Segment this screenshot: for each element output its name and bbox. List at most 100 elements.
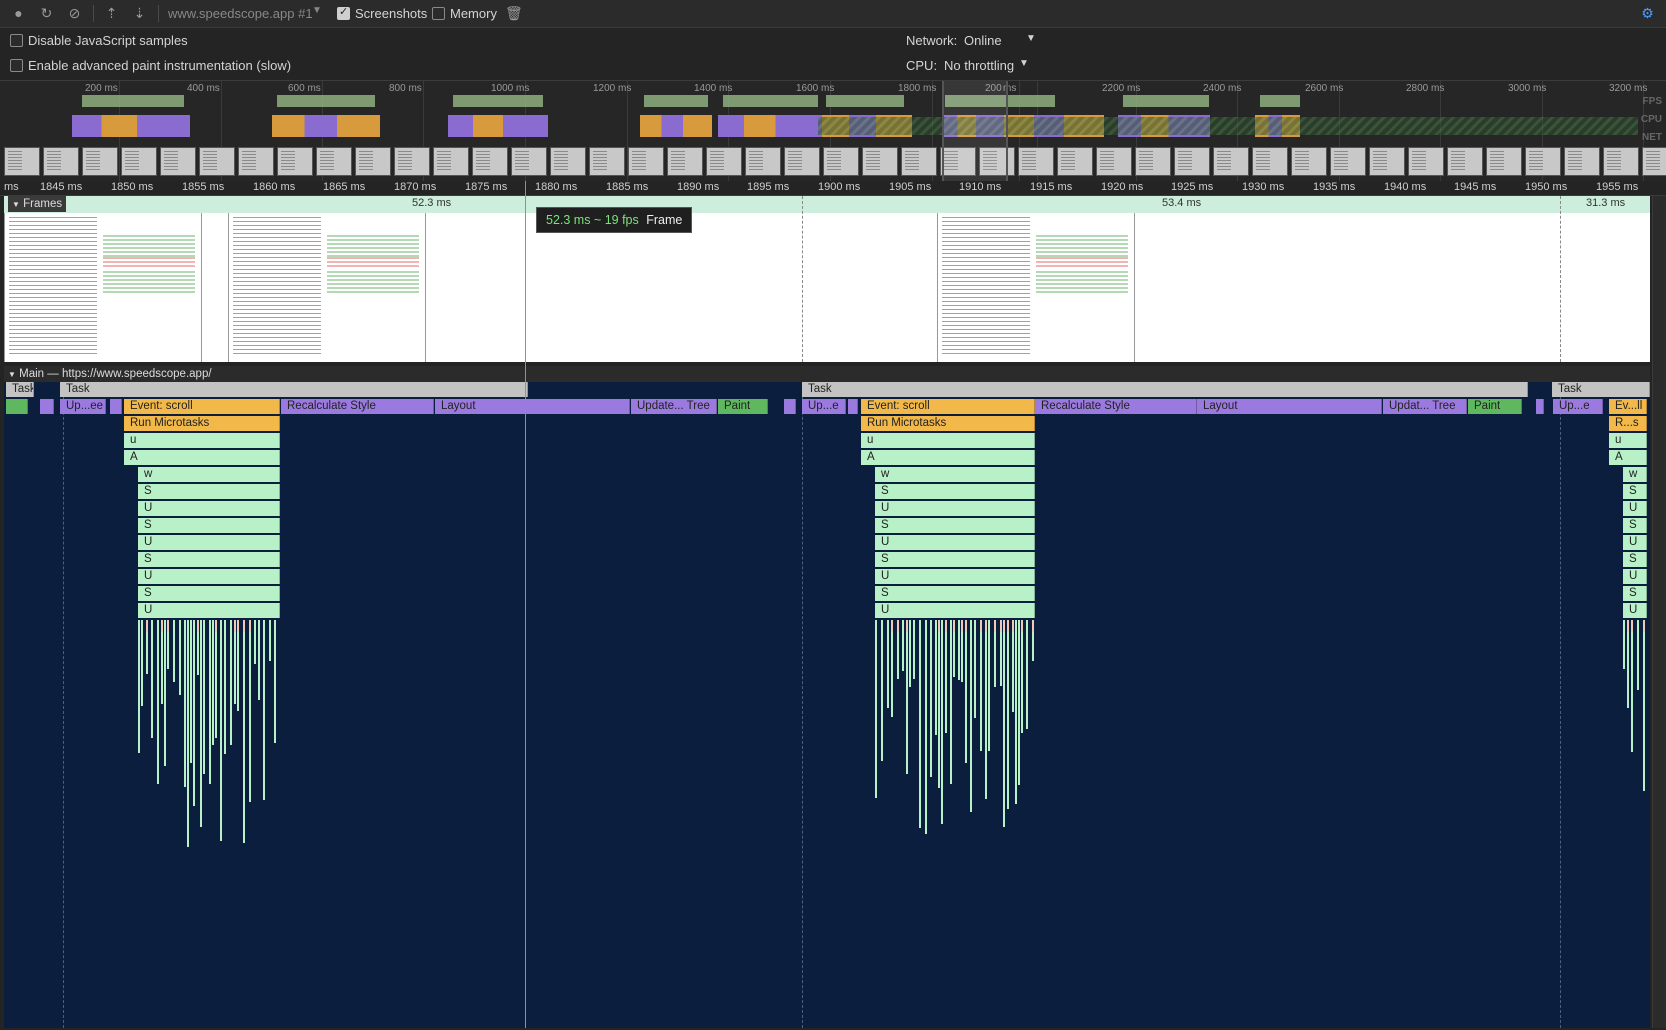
network-select[interactable]: Online <box>964 33 1002 48</box>
js-frame-bar[interactable]: S <box>875 552 1035 567</box>
memory-label[interactable]: Memory <box>450 6 497 21</box>
event-bar[interactable]: Layout <box>435 399 630 414</box>
screenshots-checkbox[interactable] <box>337 5 350 20</box>
js-frame-bar[interactable]: u <box>861 433 1035 448</box>
js-frame-spike <box>994 620 996 632</box>
js-frame-bar[interactable]: U <box>1623 535 1647 550</box>
js-frame-bar[interactable]: U <box>875 535 1035 550</box>
chevron-down-icon[interactable]: ▼ <box>312 5 322 16</box>
task-bar[interactable]: Task <box>6 382 34 397</box>
js-frame-bar[interactable]: U <box>875 569 1035 584</box>
clear-icon[interactable]: ⊘ <box>67 6 82 21</box>
js-frame-bar[interactable]: A <box>1609 450 1647 465</box>
cpu-throttling-select[interactable]: No throttling <box>944 58 1014 73</box>
js-frame-bar[interactable]: U <box>138 501 280 516</box>
event-bar[interactable]: Layout <box>1197 399 1382 414</box>
js-frame-bar[interactable]: S <box>875 518 1035 533</box>
ruler-tick-label: 1870 ms <box>394 181 437 193</box>
js-frame-spike <box>919 620 921 828</box>
js-frame-bar[interactable]: S <box>1623 518 1647 533</box>
js-frame-bar[interactable]: S <box>138 586 280 601</box>
overview-selection-window[interactable] <box>942 81 1008 181</box>
js-frame-bar[interactable]: S <box>138 518 280 533</box>
main-track-header[interactable]: ▼ Main — https://www.speedscope.app/ <box>4 366 1650 382</box>
timeline-overview[interactable]: 200 ms 400 ms 600 ms 800 ms 1000 ms 1200 ms 14… <box>0 81 1666 182</box>
js-frame-bar[interactable]: S <box>875 586 1035 601</box>
disable-js-samples-label[interactable]: Disable JavaScript samples <box>28 33 188 48</box>
frames-title[interactable]: ▼ Frames <box>8 196 67 212</box>
js-frame-bar[interactable]: U <box>138 603 280 618</box>
event-bar[interactable]: Recalculate Style <box>1035 399 1197 414</box>
js-frame-bar[interactable]: S <box>1623 552 1647 567</box>
js-frame-bar[interactable]: U <box>138 569 280 584</box>
event-bar[interactable]: Event: scroll <box>861 399 1035 414</box>
event-bar[interactable]: Ev...ll <box>1609 399 1647 414</box>
event-bar[interactable]: Paint <box>718 399 768 414</box>
event-bar[interactable]: Up...e <box>1553 399 1603 414</box>
js-frame-bar[interactable]: S <box>875 484 1035 499</box>
frame-screenshot[interactable] <box>937 213 1135 362</box>
microtask-bar[interactable]: R...s <box>1609 416 1647 431</box>
js-frame-bar[interactable]: S <box>138 484 280 499</box>
event-bar[interactable]: Up...e <box>802 399 846 414</box>
overview-thumbnail <box>355 147 391 176</box>
js-frame-bar[interactable]: U <box>875 603 1035 618</box>
chevron-down-icon[interactable]: ▼ <box>1026 33 1036 44</box>
js-frame-spike <box>1007 620 1009 632</box>
js-frame-spike <box>980 620 982 751</box>
js-frame-bar[interactable]: A <box>861 450 1035 465</box>
task-bar[interactable]: Task <box>1552 382 1650 397</box>
js-frame-bar[interactable]: A <box>124 450 280 465</box>
event-bar[interactable]: Recalculate Style <box>281 399 434 414</box>
js-frame-bar[interactable]: w <box>138 467 280 482</box>
reload-record-icon[interactable]: ↻ <box>39 6 54 21</box>
profile-select[interactable]: www.speedscope.app #1 <box>168 6 313 21</box>
vertical-scrollbar[interactable] <box>1652 196 1666 1028</box>
js-frame-bar[interactable]: u <box>1609 433 1647 448</box>
event-bar[interactable]: Up...ee <box>60 399 106 414</box>
screenshots-label[interactable]: Screenshots <box>355 6 427 21</box>
js-frame-bar[interactable]: U <box>1623 501 1647 516</box>
save-profile-icon[interactable]: ⇣ <box>132 6 147 21</box>
event-bar[interactable] <box>1536 399 1544 414</box>
js-frame-bar[interactable]: S <box>138 552 280 567</box>
frame-screenshot[interactable] <box>228 213 426 362</box>
overview-thumbnail <box>1486 147 1522 176</box>
js-frame-bar[interactable]: S <box>1623 484 1647 499</box>
memory-checkbox[interactable] <box>432 7 445 20</box>
ruler-tick-label: 1925 ms <box>1171 181 1214 193</box>
event-bar[interactable] <box>6 399 28 414</box>
frame-screenshot[interactable] <box>4 213 202 362</box>
event-bar[interactable] <box>784 399 796 414</box>
event-bar[interactable]: Paint <box>1468 399 1522 414</box>
event-bar[interactable]: Updat... Tree <box>1383 399 1467 414</box>
task-bar[interactable]: Task <box>802 382 1528 397</box>
event-bar[interactable] <box>40 399 54 414</box>
advanced-paint-label[interactable]: Enable advanced paint instrumentation (s… <box>28 58 291 73</box>
garbage-collect-icon[interactable]: 🗑 <box>505 6 523 21</box>
task-bar[interactable]: Task <box>60 382 528 397</box>
event-bar[interactable] <box>848 399 858 414</box>
event-bar[interactable] <box>110 399 122 414</box>
record-icon[interactable]: ● <box>11 6 26 21</box>
disable-js-samples-checkbox[interactable] <box>10 34 23 47</box>
main-track-title[interactable]: ▼ Main — https://www.speedscope.app/ <box>8 366 212 383</box>
frames-track-header[interactable]: ▼ Frames 52.3 ms 53.4 ms 31.3 ms <box>4 196 1650 213</box>
js-frame-bar[interactable]: U <box>138 535 280 550</box>
gear-icon[interactable]: ⚙ <box>1640 6 1655 21</box>
js-frame-bar[interactable]: U <box>875 501 1035 516</box>
load-profile-icon[interactable]: ⇡ <box>104 6 119 21</box>
chevron-down-icon[interactable]: ▼ <box>1019 58 1029 69</box>
js-frame-bar[interactable]: U <box>1623 569 1647 584</box>
js-frame-bar[interactable]: w <box>1623 467 1647 482</box>
event-bar[interactable]: Update... Tree <box>631 399 717 414</box>
js-frame-bar[interactable]: U <box>1623 603 1647 618</box>
microtask-bar[interactable]: Run Microtasks <box>124 416 280 431</box>
js-frame-bar[interactable]: S <box>1623 586 1647 601</box>
frames-screenshots[interactable] <box>4 213 1650 362</box>
event-bar[interactable]: Event: scroll <box>124 399 280 414</box>
microtask-bar[interactable]: Run Microtasks <box>861 416 1035 431</box>
js-frame-bar[interactable]: w <box>875 467 1035 482</box>
advanced-paint-checkbox[interactable] <box>10 59 23 72</box>
js-frame-bar[interactable]: u <box>124 433 280 448</box>
